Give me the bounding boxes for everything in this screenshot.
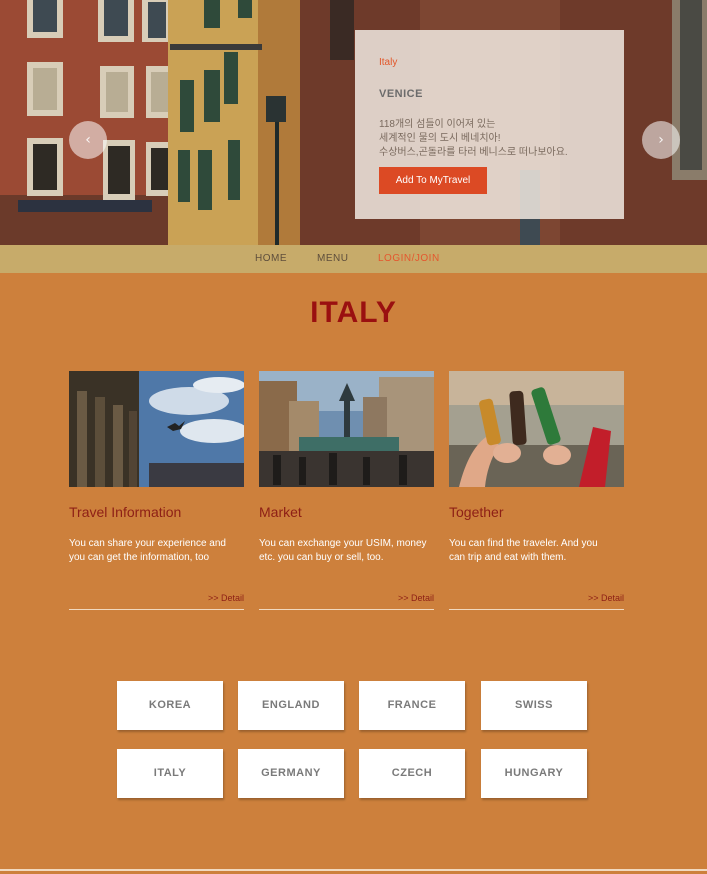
add-to-mytravel-button[interactable]: Add To MyTravel — [379, 167, 487, 194]
country-button-italy[interactable]: ITALY — [117, 749, 223, 798]
card-text: You can exchange your USIM, money etc. y… — [259, 537, 434, 565]
hero-info-card: Italy VENICE 118개의 섬들이 이어져 있는 세계적인 물의 도시… — [355, 30, 624, 219]
card-market: Market You can exchange your USIM, money… — [259, 371, 434, 611]
travel-info-photo — [69, 371, 244, 487]
slider-next-button[interactable]: › — [642, 121, 680, 159]
country-button-korea[interactable]: KOREA — [117, 681, 223, 730]
hero-city-title: VENICE — [379, 88, 423, 100]
card-text-line: You can share your experience and — [69, 538, 226, 549]
country-button-germany[interactable]: GERMANY — [238, 749, 344, 798]
card-text-line: etc. you can buy or sell, too. — [259, 552, 384, 563]
nav-item-menu[interactable]: MENU — [317, 245, 348, 273]
card-together: Together You can find the traveler. And … — [449, 371, 624, 611]
card-detail-link[interactable]: >> Detail — [588, 593, 624, 603]
card-text-line: You can find the traveler. And you — [449, 538, 598, 549]
card-divider — [259, 609, 434, 610]
card-image[interactable] — [449, 371, 624, 487]
card-title: Together — [449, 504, 504, 520]
hero-slider: ‹ › Italy VENICE 118개의 섬들이 이어져 있는 세계적인 물… — [0, 0, 707, 245]
slider-prev-button[interactable]: ‹ — [69, 121, 107, 159]
card-divider — [69, 609, 244, 610]
hero-country-label: Italy — [379, 57, 398, 68]
hero-description-line: 118개의 섬들이 이어져 있는 — [379, 119, 496, 130]
nav-item-login-join[interactable]: LOGIN/JOIN — [378, 245, 440, 273]
nav-item-home[interactable]: HOME — [255, 245, 287, 273]
card-text-line: can trip and eat with them. — [449, 552, 567, 563]
country-button-czech[interactable]: CZECH — [359, 749, 465, 798]
hero-description-line: 수상버스,곤돌라를 타러 베니스로 떠나보아요. — [379, 147, 568, 158]
card-title: Travel Information — [69, 504, 182, 520]
card-title: Market — [259, 504, 302, 520]
chevron-left-icon: ‹ — [85, 132, 91, 148]
card-text-line: you can get the information, too — [69, 552, 210, 563]
country-button-swiss[interactable]: SWISS — [481, 681, 587, 730]
footer-divider — [0, 869, 707, 871]
chevron-right-icon: › — [658, 132, 664, 148]
together-photo — [449, 371, 624, 487]
card-text: You can find the traveler. And you can t… — [449, 537, 624, 565]
card-travel-information: Travel Information You can share your ex… — [69, 371, 244, 611]
card-divider — [449, 609, 624, 610]
hero-description: 118개의 섬들이 이어져 있는 세계적인 물의 도시 베네치아! 수상버스,곤… — [379, 118, 609, 160]
card-image[interactable] — [69, 371, 244, 487]
card-detail-link[interactable]: >> Detail — [398, 593, 434, 603]
card-image[interactable] — [259, 371, 434, 487]
country-button-england[interactable]: ENGLAND — [238, 681, 344, 730]
page-title: ITALY — [310, 296, 397, 329]
country-button-hungary[interactable]: HUNGARY — [481, 749, 587, 798]
country-button-france[interactable]: FRANCE — [359, 681, 465, 730]
card-text: You can share your experience and you ca… — [69, 537, 244, 565]
hero-description-line: 세계적인 물의 도시 베네치아! — [379, 133, 501, 144]
card-detail-link[interactable]: >> Detail — [208, 593, 244, 603]
card-text-line: You can exchange your USIM, money — [259, 538, 427, 549]
market-photo — [259, 371, 434, 487]
main-nav: HOME MENU LOGIN/JOIN — [0, 245, 707, 273]
